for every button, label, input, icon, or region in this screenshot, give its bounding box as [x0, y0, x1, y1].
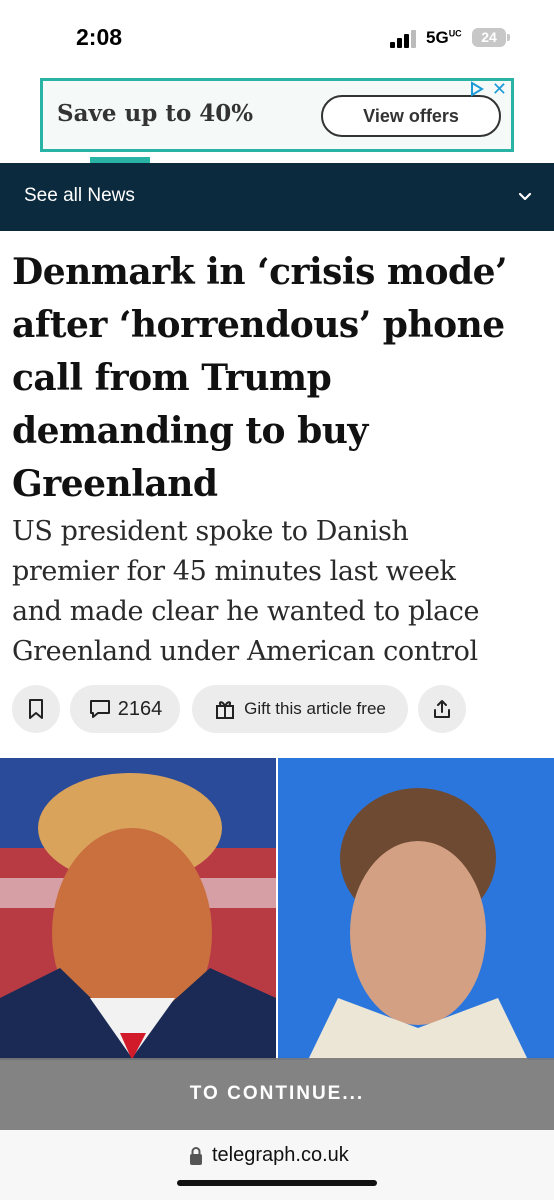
ad-close-icon[interactable]: ✕ [492, 79, 507, 100]
headline-line: demanding to buy [12, 410, 368, 452]
adchoices-icon[interactable] [469, 81, 485, 101]
share-icon [434, 700, 450, 718]
comment-icon [89, 700, 110, 718]
bookmark-icon [29, 699, 43, 719]
headline-line: Greenland [12, 463, 218, 505]
standfirst-line: and made clear he wanted to place [12, 596, 480, 627]
bookmark-button[interactable] [12, 685, 60, 733]
ad-banner[interactable]: Save up to 40% View offers ✕ [40, 78, 514, 152]
section-nav[interactable]: See all News [0, 163, 554, 231]
article-headline: Denmark in ‘crisis mode’ after ‘horrendo… [12, 246, 542, 511]
comments-button[interactable]: 2164 [70, 685, 180, 733]
gift-label: Gift this article free [244, 699, 386, 718]
battery-icon: 24 [472, 28, 510, 47]
view-offers-button[interactable]: View offers [321, 95, 501, 137]
ad-headline: Save up to 40% [57, 100, 254, 127]
headline-line: after ‘horrendous’ phone [12, 304, 505, 346]
cellular-signal-icon [390, 30, 418, 48]
article-standfirst: US president spoke to Danish premier for… [12, 512, 548, 672]
status-bar: 2:08 5GUC 24 [0, 0, 554, 72]
article-photo-frederiksen [278, 758, 554, 1060]
network-type: 5GUC [426, 28, 462, 47]
standfirst-line: premier for 45 minutes last week [12, 556, 456, 587]
standfirst-line: Greenland under American control [12, 636, 478, 667]
lock-icon [190, 1147, 202, 1165]
standfirst-line: US president spoke to Danish [12, 516, 409, 547]
home-indicator[interactable] [177, 1180, 377, 1186]
see-all-news-link[interactable]: See all News [24, 185, 135, 207]
comments-count: 2164 [117, 697, 163, 720]
gift-icon [216, 701, 235, 719]
article-actions: 2164 Gift this article free [12, 685, 552, 733]
gift-article-button[interactable]: Gift this article free [192, 685, 408, 733]
share-button[interactable] [418, 685, 466, 733]
url-text[interactable]: telegraph.co.uk [212, 1144, 349, 1167]
article-photo-trump [0, 758, 276, 1060]
browser-url-bar[interactable]: telegraph.co.uk [0, 1130, 554, 1200]
continue-banner[interactable]: TO CONTINUE... [0, 1058, 554, 1130]
chevron-down-icon[interactable] [518, 189, 532, 203]
headline-line: Denmark in ‘crisis mode’ [12, 251, 508, 293]
status-time: 2:08 [76, 24, 123, 50]
headline-line: call from Trump [12, 357, 332, 399]
